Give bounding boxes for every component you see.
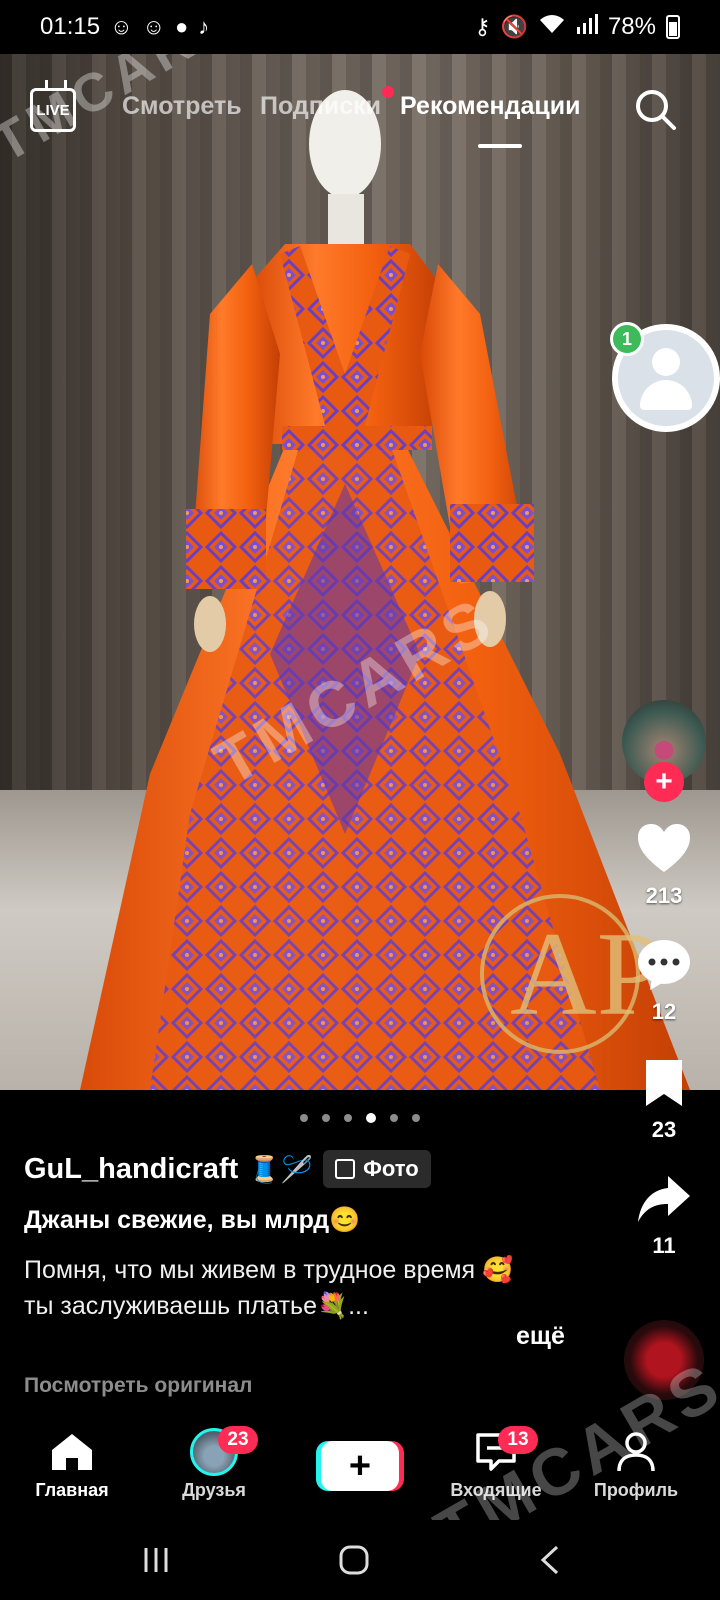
nav-home-label: Главная (35, 1480, 109, 1500)
photo-tag[interactable]: Фото (323, 1150, 431, 1188)
live-label: LIVE (36, 101, 70, 119)
live-button[interactable]: LIVE (30, 88, 76, 132)
bookmark-button[interactable]: 23 (618, 1058, 710, 1143)
author-row: GuL_handicraft 🧵🪡 Фото (24, 1150, 431, 1188)
system-navigation-bar (0, 1520, 720, 1600)
carousel-indicator (300, 1113, 420, 1123)
carousel-dot (390, 1114, 398, 1122)
dress-on-mannequin-image: AP (80, 90, 690, 1090)
tab-following[interactable]: Подписки (260, 92, 381, 121)
wifi-icon (538, 13, 566, 41)
author-emoji: 🧵🪡 (248, 1153, 314, 1184)
share-arrow-icon (638, 1176, 690, 1222)
snapchat-icon: ☺ (110, 14, 133, 39)
author-name[interactable]: GuL_handicraft (24, 1153, 238, 1186)
battery-percent: 78% (607, 13, 656, 40)
more-link[interactable]: ещё (516, 1322, 565, 1351)
imo-icon: ● (175, 14, 189, 39)
post-photo[interactable]: AP TMCARS TMCARS (0, 54, 720, 1090)
like-count: 213 (645, 883, 683, 908)
mute-icon: 🔇 (500, 14, 528, 39)
nav-home[interactable]: Главная (12, 1426, 132, 1501)
follow-plus-button[interactable]: + (644, 762, 684, 802)
tiktok-icon: ♪ (198, 14, 210, 39)
following-notification-dot (382, 86, 394, 98)
battery-icon (666, 15, 680, 39)
search-icon[interactable] (634, 88, 678, 132)
carousel-dot (344, 1114, 352, 1122)
vpn-key-icon: ⚷ (474, 14, 491, 39)
photo-stack-icon (335, 1159, 356, 1179)
recent-apps-icon[interactable] (126, 1538, 186, 1582)
heart-icon (638, 824, 690, 872)
bookmark-icon (646, 1060, 682, 1106)
tab-watch[interactable]: Смотреть (122, 92, 242, 121)
nav-friends-label: Друзья (182, 1480, 246, 1500)
status-time: 01:15 (40, 13, 101, 40)
caption-title: Джаны свежие, вы млрд😊 (24, 1206, 361, 1234)
photo-tag-label: Фото (363, 1156, 419, 1181)
creator-badge: 1 (610, 322, 644, 356)
caption-line: ты заслуживаешь платье💐... (24, 1292, 369, 1320)
create-plus-icon: + (321, 1441, 399, 1491)
home-icon (12, 1426, 132, 1478)
status-bar: 01:15 ☺ ☺ ● ♪ ⚷ 🔇 78% (0, 0, 720, 54)
home-system-icon[interactable] (324, 1538, 384, 1582)
snapchat-icon: ☺ (142, 14, 165, 39)
carousel-dot (322, 1114, 330, 1122)
comment-button[interactable]: 12 (618, 938, 710, 1025)
back-icon[interactable] (520, 1538, 580, 1582)
nav-friends[interactable]: Друзья 23 (154, 1426, 274, 1501)
comment-count: 12 (651, 999, 677, 1024)
signal-icon (576, 13, 598, 41)
nav-create[interactable]: + (300, 1426, 420, 1508)
bookmark-count: 23 (651, 1117, 677, 1142)
friends-badge: 23 (218, 1426, 258, 1454)
share-count: 11 (652, 1233, 676, 1258)
tab-for-you[interactable]: Рекомендации (400, 92, 580, 121)
carousel-dot (412, 1114, 420, 1122)
share-button[interactable]: 11 (618, 1174, 710, 1259)
active-tab-indicator (478, 144, 522, 148)
comment-icon (638, 940, 690, 990)
carousel-dot-active (366, 1113, 376, 1123)
caption-line: Помня, что мы живем в трудное время 🥰 (24, 1256, 514, 1284)
caption-body[interactable]: Помня, что мы живем в трудное время 🥰 ты… (24, 1252, 584, 1324)
carousel-dot (300, 1114, 308, 1122)
like-button[interactable]: 213 (618, 822, 710, 909)
see-original-link[interactable]: Посмотреть оригинал (24, 1374, 252, 1398)
top-nav: LIVE Смотреть Подписки Рекомендации (0, 84, 720, 154)
